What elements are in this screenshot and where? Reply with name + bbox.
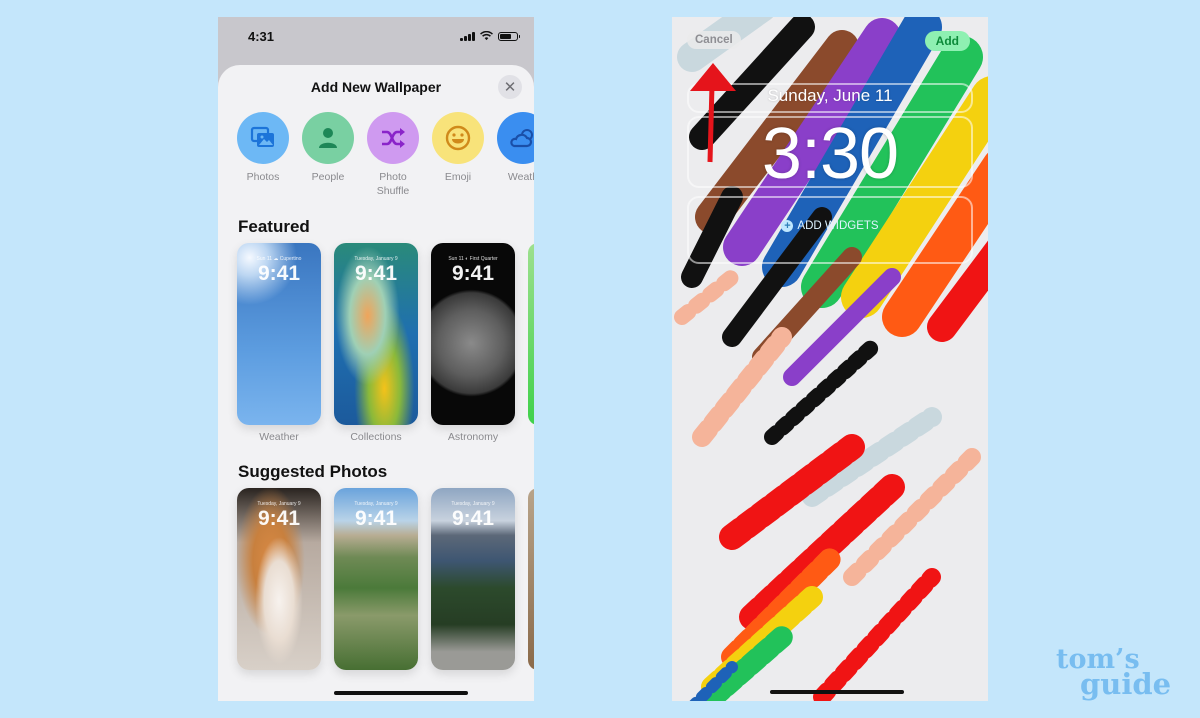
weather-icon (510, 129, 533, 148)
left-phone-screenshot: 4:31 Add New Wallpaper ✕ Photos People P… (218, 17, 534, 701)
close-button[interactable]: ✕ (498, 75, 522, 99)
signal-icon (460, 31, 475, 41)
category-photo-shuffle[interactable]: Photo Shuffle (367, 112, 419, 198)
home-indicator (770, 690, 904, 694)
add-button[interactable]: Add (924, 31, 970, 51)
suggested-row: Tuesday, January 9 9:41 Tuesday, January… (237, 488, 534, 670)
shuffle-icon (382, 128, 405, 148)
person-icon (319, 128, 337, 148)
toms-guide-logo: tom’s guide (1056, 644, 1172, 701)
category-people[interactable]: People (302, 112, 354, 198)
suggested-card-peek[interactable] (528, 488, 534, 670)
suggested-card-city[interactable]: Tuesday, January 9 9:41 (334, 488, 418, 670)
category-row: Photos People Photo Shuffle Emoji Weat (237, 112, 534, 198)
cancel-button[interactable]: Cancel (687, 31, 741, 49)
featured-card-peek[interactable] (528, 243, 534, 425)
status-time: 4:31 (248, 29, 275, 44)
photos-icon (250, 126, 274, 147)
featured-card-collections[interactable]: Tuesday, January 9 9:41 Collections (334, 243, 418, 443)
suggested-photos-title: Suggested Photos (238, 462, 388, 481)
card-label: Collections (350, 431, 402, 443)
featured-row: Sun 11 ☁ Cupertino 9:41 Weather Tuesday,… (237, 243, 534, 443)
featured-card-astronomy[interactable]: Sun 11 ◐ First Quarter 9:41 Astronomy (431, 243, 515, 443)
add-widgets-button[interactable]: + ADD WIDGETS (672, 220, 988, 232)
add-wallpaper-sheet: Add New Wallpaper ✕ Photos People Photo … (218, 65, 534, 701)
plus-icon: + (781, 220, 794, 232)
category-label: Photo Shuffle (376, 171, 410, 197)
featured-card-weather[interactable]: Sun 11 ☁ Cupertino 9:41 Weather (237, 243, 321, 443)
wifi-icon (480, 31, 493, 41)
suggested-card-cat[interactable]: Tuesday, January 9 9:41 (237, 488, 321, 670)
category-label: Weath (507, 171, 534, 183)
category-label: People (311, 171, 345, 183)
home-indicator (334, 691, 468, 695)
category-label: Photos (246, 171, 280, 183)
emoji-icon (445, 125, 471, 151)
sheet-title: Add New Wallpaper (310, 79, 442, 95)
category-emoji[interactable]: Emoji (432, 112, 484, 198)
close-icon: ✕ (503, 79, 517, 96)
status-bar: 4:31 (218, 17, 534, 61)
category-label: Emoji (444, 171, 472, 183)
card-label: Astronomy (447, 431, 499, 443)
card-label: Weather (259, 431, 299, 443)
suggested-card-lake[interactable]: Tuesday, January 9 9:41 (431, 488, 515, 670)
right-phone-screenshot: Cancel Add Sunday, June 11 3:30 + ADD WI… (672, 17, 988, 701)
battery-icon (498, 31, 520, 41)
featured-title: Featured (238, 217, 310, 236)
add-widgets-label: ADD WIDGETS (797, 220, 879, 232)
category-weather[interactable]: Weath (497, 112, 534, 198)
category-photos[interactable]: Photos (237, 112, 289, 198)
red-arrow-annotation (690, 63, 736, 163)
